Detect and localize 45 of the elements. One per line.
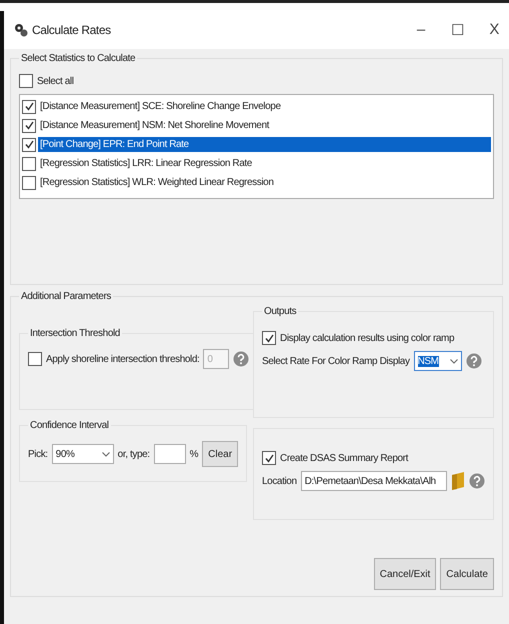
percent-label: % (190, 448, 198, 460)
list-item[interactable]: [Distance Measurement] NSM: Net Shoreline Movement (38, 118, 491, 133)
dialog-button[interactable]: Cancel/Exit (374, 558, 436, 590)
checkbox[interactable] (22, 138, 36, 152)
window-title: Calculate Rates (32, 23, 111, 37)
checkbox-label: Create DSAS Summary Report (280, 452, 408, 464)
help-icon[interactable] (466, 353, 482, 369)
group-title: Select Statistics to Calculate (20, 53, 136, 64)
checkbox-label: Display calculation results using color ramp (280, 332, 454, 344)
window-control[interactable]: X (489, 21, 499, 39)
group-title: Additional Parameters (20, 291, 112, 302)
list-item[interactable]: [Regression Statistics] WLR: Weighted Linear Regression (38, 175, 491, 190)
type-label: or, type: (118, 448, 150, 460)
checkbox[interactable] (22, 176, 36, 190)
location-field[interactable]: D:\Pemetaan\Desa Mekkata\Alh (300, 471, 447, 491)
list-item[interactable]: [Distance Measurement] SCE: Shoreline Change Envelope (38, 99, 491, 114)
chevron-down-icon[interactable] (102, 452, 110, 456)
checkbox[interactable] (22, 156, 36, 170)
checkbox[interactable] (22, 100, 36, 114)
checkbox-label: Apply shoreline intersection threshold: (46, 354, 200, 364)
checkbox[interactable] (22, 118, 36, 132)
group-title: Intersection Threshold (29, 328, 121, 339)
percent-field[interactable] (154, 444, 186, 464)
group-title: Confidence Interval (29, 420, 110, 431)
group-title: Outputs (263, 306, 298, 317)
chevron-down-icon[interactable] (450, 358, 458, 364)
window-control[interactable]: ☐ (450, 21, 464, 39)
help-icon[interactable] (233, 351, 250, 367)
confidence-dropdown[interactable]: 90% (52, 444, 114, 464)
checkbox[interactable] (262, 451, 276, 465)
help-icon[interactable] (469, 473, 485, 489)
dialog-button[interactable]: Calculate (440, 558, 494, 590)
gears-icon (14, 23, 28, 37)
location-label: Location (262, 476, 297, 486)
select-all-checkbox[interactable]: Select all (19, 74, 494, 88)
list-item[interactable]: [Regression Statistics] LRR: Linear Regression Rate (38, 156, 491, 171)
folder-icon[interactable] (451, 471, 465, 491)
clear-button[interactable]: Clear (202, 441, 238, 467)
rate-dropdown[interactable]: NSM (414, 351, 462, 371)
list-item[interactable]: [Point Change] EPR: End Point Rate (38, 137, 491, 152)
checkbox[interactable] (262, 331, 276, 345)
pick-label: Pick: (28, 448, 48, 460)
window-control[interactable]: – (416, 21, 425, 39)
checkbox[interactable] (19, 74, 33, 88)
rate-label: Select Rate For Color Ramp Display (262, 356, 410, 366)
